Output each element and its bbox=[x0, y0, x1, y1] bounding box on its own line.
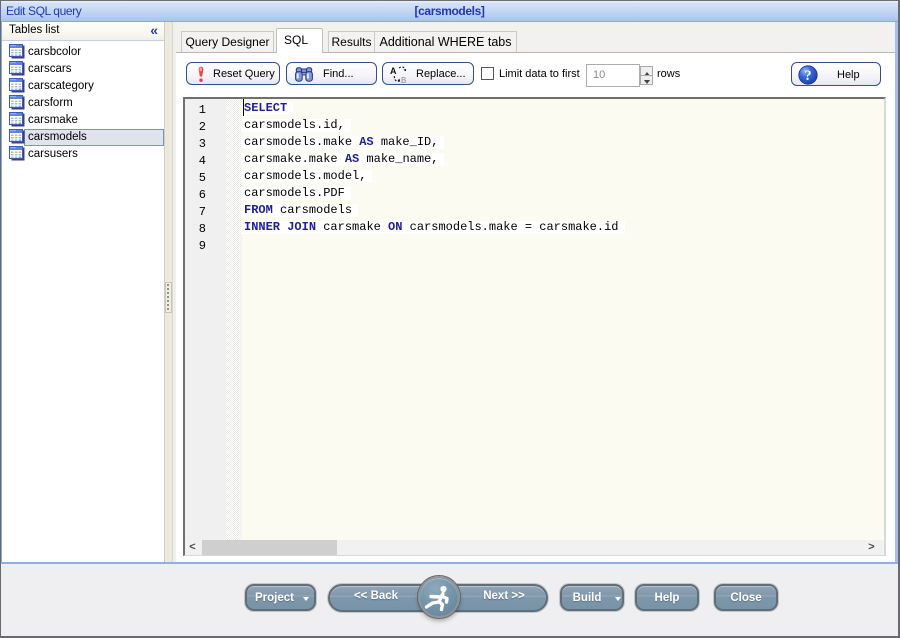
svg-text:A: A bbox=[390, 66, 397, 76]
svg-text:B: B bbox=[401, 76, 406, 84]
svg-text:?: ? bbox=[804, 68, 811, 84]
